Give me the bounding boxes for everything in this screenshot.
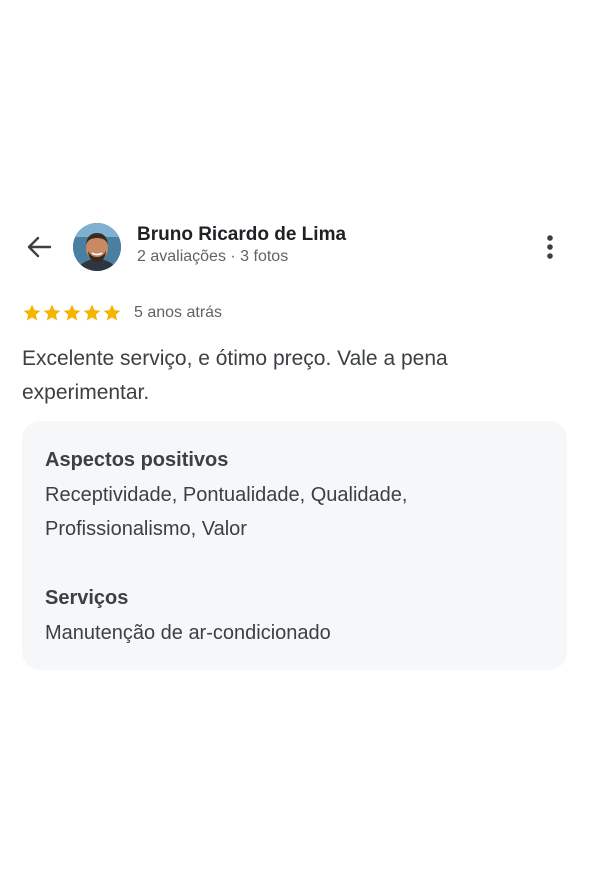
avatar-photo xyxy=(73,223,121,271)
star-icon xyxy=(63,304,81,321)
more-options-button[interactable] xyxy=(534,230,566,264)
arrow-left-icon xyxy=(27,236,52,258)
services-value: Manutenção de ar-condicionado xyxy=(45,622,331,644)
review-header: Bruno Ricardo de Lima 2 avaliações · 3 f… xyxy=(0,220,590,276)
star-icon xyxy=(43,304,61,321)
star-icon xyxy=(103,304,121,321)
avatar[interactable] xyxy=(73,223,121,271)
author-name[interactable]: Bruno Ricardo de Lima xyxy=(137,224,346,246)
star-icon xyxy=(23,304,41,321)
positive-aspects-value: Receptividade, Pontualidade, Qualidade, … xyxy=(45,484,408,540)
aspects-card: Aspectos positivos Receptividade, Pontua… xyxy=(22,421,567,670)
rating-row: 5 anos atrás xyxy=(22,302,222,324)
services-title: Serviços xyxy=(45,587,129,609)
back-button[interactable] xyxy=(22,232,56,262)
star-icon xyxy=(83,304,101,321)
star-rating xyxy=(22,303,122,323)
review-time: 5 anos atrás xyxy=(134,304,223,321)
more-vertical-icon xyxy=(547,235,553,259)
review-text: Excelente serviço, e ótimo preço. Vale a… xyxy=(22,347,448,404)
positive-aspects-title: Aspectos positivos xyxy=(45,449,229,471)
author-meta: 2 avaliações · 3 fotos xyxy=(137,248,289,265)
